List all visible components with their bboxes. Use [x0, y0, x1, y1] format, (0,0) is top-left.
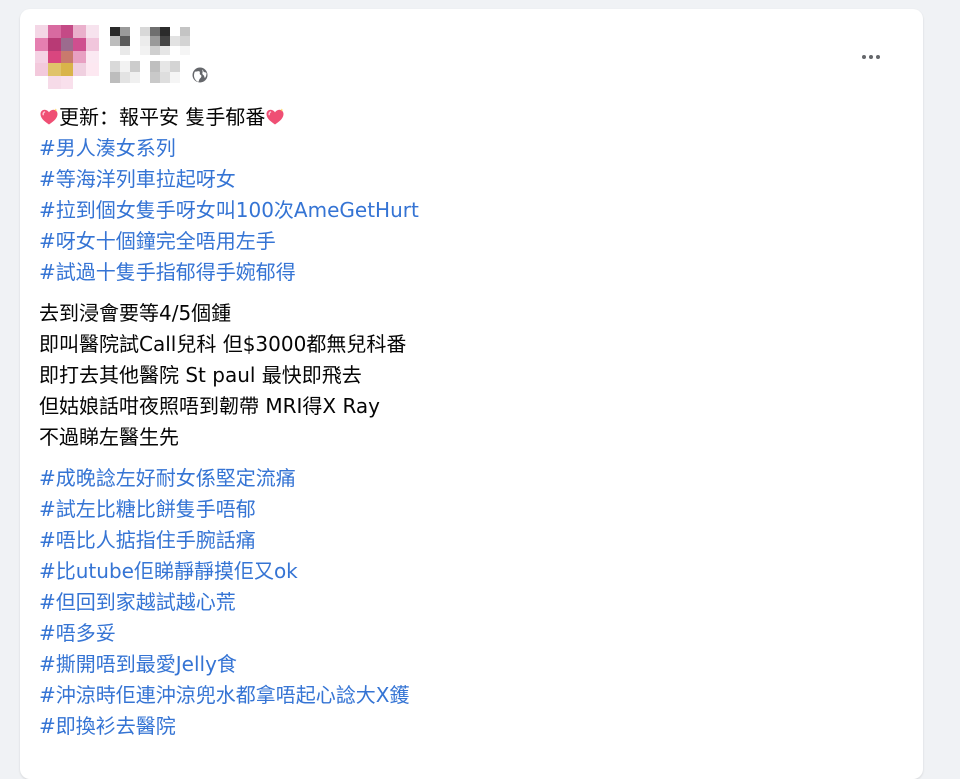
- name-pixel: [140, 45, 150, 55]
- avatar-pixel: [47, 63, 61, 77]
- hashtag-link[interactable]: #男人湊女系列: [39, 133, 899, 164]
- sparkling-heart-icon: [40, 108, 58, 125]
- avatar-pixel: [73, 63, 87, 77]
- name-pixel: [150, 45, 160, 55]
- sparkling-heart-icon: [266, 108, 284, 125]
- name-pixel: [110, 45, 120, 55]
- meta-pixel: [160, 61, 170, 72]
- name-pixel: [130, 27, 140, 37]
- post-content: 更新：報平安 隻手郁番 #男人湊女系列 #等海洋列車拉起呀女 #拉到個女隻手呀女…: [39, 102, 899, 742]
- name-pixel: [180, 45, 190, 55]
- name-pixel: [170, 27, 180, 37]
- meta-pixel: [130, 72, 140, 83]
- avatar-pixel: [60, 25, 74, 38]
- name-pixel: [130, 45, 140, 55]
- hashtag-link[interactable]: #撕開唔到最愛Jelly食: [39, 649, 899, 680]
- name-pixel: [160, 27, 170, 37]
- name-pixel: [140, 27, 150, 37]
- avatar-pixel: [60, 37, 74, 51]
- dot: [869, 55, 873, 59]
- meta-pixel: [160, 72, 170, 83]
- name-pixel: [180, 36, 190, 46]
- name-pixel: [120, 27, 130, 37]
- avatar-pixel: [47, 25, 61, 38]
- hashtag-link[interactable]: #成晚諗左好耐女係堅定流痛: [39, 463, 899, 494]
- meta-pixel: [110, 72, 120, 83]
- avatar-pixel: [86, 25, 99, 38]
- avatar-pixel: [60, 50, 74, 64]
- body-line: 即叫醫院試Call兒科 但$3000都無兒科番: [39, 332, 407, 356]
- meta-pixel: [140, 72, 150, 83]
- avatar-pixel: [47, 50, 61, 64]
- name-pixel: [150, 36, 160, 46]
- name-pixel: [150, 27, 160, 37]
- avatar-pixel: [86, 63, 99, 77]
- meta-pixel: [170, 61, 180, 72]
- name-pixel: [140, 36, 150, 46]
- avatar-pixel: [35, 50, 48, 64]
- meta-pixel: [120, 72, 130, 83]
- name-pixel: [160, 45, 170, 55]
- avatar-pixel: [73, 76, 87, 89]
- hashtag-link[interactable]: #等海洋列車拉起呀女: [39, 164, 899, 195]
- name-pixel: [180, 27, 190, 37]
- hashtag-link[interactable]: #沖涼時佢連沖涼兜水都拿唔起心諗大X鑊: [39, 680, 899, 711]
- name-pixel: [130, 36, 140, 46]
- title-text: 更新：報平安 隻手郁番: [59, 105, 266, 129]
- body-line: 不過睇左醫生先: [39, 425, 179, 449]
- globe-icon[interactable]: [191, 66, 209, 84]
- avatar-pixel: [86, 50, 99, 64]
- name-pixel: [110, 27, 120, 37]
- post-title: 更新：報平安 隻手郁番: [39, 102, 899, 133]
- body-line: 去到浸會要等4/5個鍾: [39, 301, 232, 325]
- hashtag-link[interactable]: #試左比糖比餅隻手唔郁: [39, 494, 899, 525]
- meta-pixel: [110, 61, 120, 72]
- author-name-pixelated[interactable]: [110, 27, 190, 55]
- avatar-pixel: [86, 37, 99, 51]
- meta-pixel: [150, 61, 160, 72]
- avatar-pixel: [73, 50, 87, 64]
- avatar-pixel: [35, 63, 48, 77]
- avatar-pixel: [47, 76, 61, 89]
- hashtag-link[interactable]: #唔比人掂指住手腕話痛: [39, 525, 899, 556]
- avatar-pixel: [86, 76, 99, 89]
- avatar-pixel: [60, 76, 74, 89]
- name-pixel: [170, 45, 180, 55]
- avatar-pixel: [60, 63, 74, 77]
- avatar-pixel: [73, 25, 87, 38]
- dot: [876, 55, 880, 59]
- name-pixel: [120, 45, 130, 55]
- meta-pixel: [170, 72, 180, 83]
- post-timestamp-pixelated[interactable]: [110, 61, 180, 83]
- dot: [862, 55, 866, 59]
- name-pixel: [110, 36, 120, 46]
- hashtag-link[interactable]: #比utube佢睇靜靜摸佢又ok: [39, 556, 899, 587]
- hashtag-link[interactable]: #唔多妥: [39, 618, 899, 649]
- avatar-pixel: [35, 37, 48, 51]
- body-line: 但姑娘話咁夜照唔到韌帶 MRI得X Ray: [39, 394, 381, 418]
- more-options-button[interactable]: [855, 47, 887, 67]
- avatar-pixel: [47, 37, 61, 51]
- hashtag-link[interactable]: #試過十隻手指郁得手婉郁得: [39, 257, 899, 288]
- name-pixel: [160, 36, 170, 46]
- avatar-pixel: [73, 37, 87, 51]
- body-line: 即打去其他醫院 St paul 最快即飛去: [39, 363, 362, 387]
- hashtag-link[interactable]: #但回到家越試越心荒: [39, 587, 899, 618]
- hashtag-link[interactable]: #呀女十個鐘完全唔用左手: [39, 226, 899, 257]
- hashtag-link[interactable]: #拉到個女隻手呀女叫100次AmeGetHurt: [39, 195, 899, 226]
- hashtag-link[interactable]: #即換衫去醫院: [39, 711, 899, 742]
- meta-pixel: [130, 61, 140, 72]
- post-card: 更新：報平安 隻手郁番 #男人湊女系列 #等海洋列車拉起呀女 #拉到個女隻手呀女…: [20, 9, 923, 779]
- name-pixel: [170, 36, 180, 46]
- name-pixel: [120, 36, 130, 46]
- avatar-pixel: [35, 76, 48, 89]
- meta-pixel: [120, 61, 130, 72]
- meta-pixel: [140, 61, 150, 72]
- avatar-pixel: [35, 25, 48, 38]
- avatar[interactable]: [35, 25, 99, 89]
- meta-pixel: [150, 72, 160, 83]
